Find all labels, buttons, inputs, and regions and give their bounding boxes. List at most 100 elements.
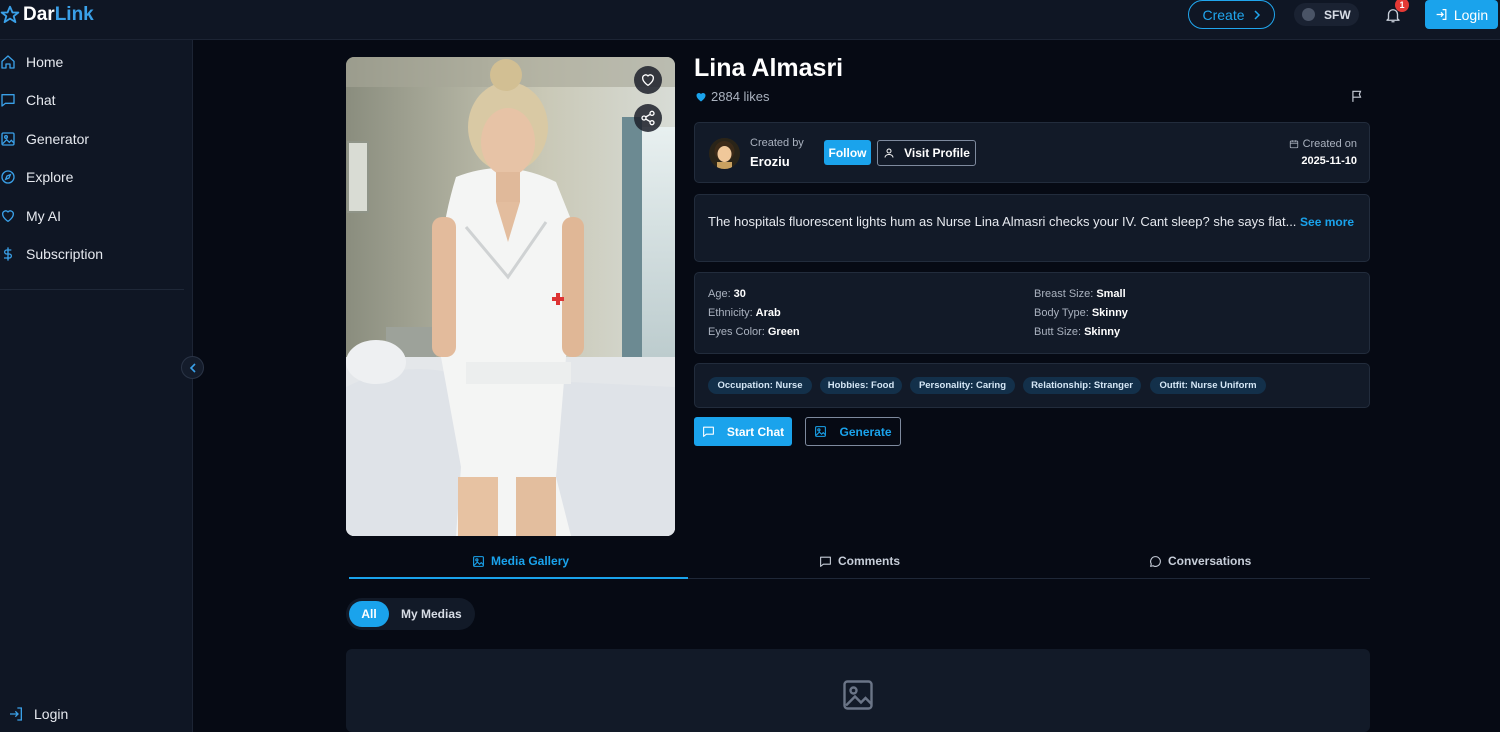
attr-age: Age: 30 bbox=[708, 288, 746, 300]
creator-name[interactable]: Eroziu bbox=[750, 154, 790, 169]
created-by-label: Created by bbox=[750, 137, 804, 149]
start-chat-label: Start Chat bbox=[726, 424, 785, 439]
generate-label: Generate bbox=[839, 424, 892, 439]
login-icon bbox=[10, 707, 22, 721]
tag: Hobbies: Food bbox=[820, 377, 902, 394]
tab-conversations[interactable]: Conversations bbox=[1149, 554, 1251, 568]
tab-label: Conversations bbox=[1168, 554, 1252, 568]
media-gallery-panel bbox=[346, 649, 1370, 732]
image-icon bbox=[1, 132, 15, 146]
image-icon bbox=[815, 426, 827, 437]
media-filter: All My Medias bbox=[346, 598, 475, 630]
sidebar-item-generator[interactable]: Generator bbox=[0, 127, 89, 151]
created-on-date: 2025-11-10 bbox=[1301, 155, 1357, 167]
tag: Relationship: Stranger bbox=[1023, 377, 1141, 394]
top-bar: Dar Link Create SFW 1 Login bbox=[0, 0, 1500, 40]
attr-eyes: Eyes Color: Green bbox=[708, 326, 800, 338]
likes-text: 2884 likes bbox=[711, 89, 770, 104]
sidebar-item-label: Explore bbox=[26, 169, 74, 185]
avatar[interactable] bbox=[709, 138, 740, 169]
sidebar-item-subscription[interactable]: Subscription bbox=[0, 242, 103, 266]
attr-label: Breast Size: bbox=[1034, 288, 1094, 300]
filter-my-medias-button[interactable]: My Medias bbox=[401, 607, 462, 621]
see-more-link[interactable]: See more bbox=[1300, 215, 1354, 229]
favorite-button[interactable] bbox=[634, 66, 662, 94]
sidebar-item-label: Generator bbox=[26, 131, 90, 147]
attr-ethnicity: Ethnicity: Arab bbox=[708, 307, 781, 319]
sidebar-item-label: Subscription bbox=[26, 246, 104, 262]
filter-all-button[interactable]: All bbox=[349, 601, 389, 627]
follow-button[interactable]: Follow bbox=[824, 140, 871, 165]
sidebar-divider bbox=[0, 289, 184, 290]
sidebar-item-label: Home bbox=[26, 54, 64, 70]
tag: Occupation: Nurse bbox=[708, 377, 812, 394]
active-tab-indicator bbox=[349, 577, 688, 579]
heart-filled-icon bbox=[696, 92, 706, 101]
sidebar: Home Chat Generator Explore My AI Subscr… bbox=[0, 40, 193, 732]
attr-value: Green bbox=[767, 326, 800, 338]
sidebar-login-label: Login bbox=[34, 706, 69, 722]
tab-comments[interactable]: Comments bbox=[819, 554, 900, 568]
sidebar-item-label: Chat bbox=[26, 92, 56, 108]
attr-value: Small bbox=[1096, 288, 1126, 300]
character-name: Lina Almasri bbox=[694, 54, 844, 82]
sidebar-item-explore[interactable]: Explore bbox=[0, 165, 73, 189]
description-text: The hospitals fluorescent lights hum as … bbox=[708, 214, 1297, 229]
attr-label: Butt Size: bbox=[1034, 326, 1082, 338]
comment-icon bbox=[820, 556, 831, 567]
tag: Outfit: Nurse Uniform bbox=[1150, 377, 1266, 394]
logo[interactable]: Dar Link bbox=[0, 4, 94, 26]
tab-media-gallery[interactable]: Media Gallery bbox=[472, 554, 569, 568]
star-logo-icon bbox=[0, 5, 20, 24]
attr-label: Ethnicity: bbox=[708, 307, 753, 319]
chat-icon bbox=[1, 94, 15, 107]
character-description: The hospitals fluorescent lights hum as … bbox=[708, 211, 1358, 233]
creator-card: Created by Eroziu Follow Visit Profile C… bbox=[694, 122, 1370, 183]
generate-button[interactable]: Generate bbox=[805, 417, 901, 446]
home-icon bbox=[1, 55, 15, 69]
toggle-knob bbox=[1302, 8, 1315, 21]
heart-icon bbox=[2, 210, 14, 222]
heart-icon bbox=[642, 74, 654, 86]
attr-value: Skinny bbox=[1084, 326, 1121, 338]
created-on-text: Created on bbox=[1302, 138, 1357, 150]
sidebar-item-my-ai[interactable]: My AI bbox=[0, 204, 61, 228]
create-label: Create bbox=[1202, 6, 1245, 23]
sidebar-item-home[interactable]: Home bbox=[0, 50, 63, 74]
likes-count: 2884 likes bbox=[695, 89, 770, 104]
attr-body: Body Type: Skinny bbox=[1034, 307, 1128, 319]
share-button[interactable] bbox=[634, 104, 662, 132]
login-button[interactable]: Login bbox=[1425, 0, 1498, 29]
login-icon bbox=[1436, 9, 1447, 20]
sfw-toggle[interactable]: SFW bbox=[1294, 3, 1359, 26]
attr-value: Skinny bbox=[1091, 307, 1128, 319]
report-flag-icon[interactable] bbox=[1350, 89, 1364, 103]
share-icon bbox=[641, 110, 655, 126]
chat-icon bbox=[702, 426, 714, 437]
sidebar-item-chat[interactable]: Chat bbox=[0, 88, 56, 112]
image-placeholder-icon bbox=[843, 680, 873, 710]
create-button[interactable]: Create bbox=[1188, 0, 1275, 29]
tab-label: Comments bbox=[838, 554, 901, 568]
character-portrait bbox=[346, 57, 675, 536]
dollar-icon bbox=[4, 247, 12, 261]
chevron-right-icon bbox=[1253, 9, 1260, 20]
sidebar-item-label: My AI bbox=[26, 208, 62, 224]
attr-label: Body Type: bbox=[1034, 307, 1089, 319]
sidebar-collapse-button[interactable] bbox=[181, 356, 204, 379]
sidebar-login[interactable]: Login bbox=[8, 706, 68, 722]
compass-icon bbox=[1, 170, 15, 184]
sfw-label: SFW bbox=[1324, 7, 1351, 22]
chevron-left-icon bbox=[189, 362, 196, 373]
description-card: The hospitals fluorescent lights hum as … bbox=[694, 194, 1370, 262]
attr-label: Eyes Color: bbox=[708, 326, 765, 338]
attr-label: Age: bbox=[708, 288, 731, 300]
tab-label: Media Gallery bbox=[491, 554, 570, 568]
attr-value: Arab bbox=[755, 307, 781, 319]
logo-text-link: Link bbox=[54, 4, 94, 25]
start-chat-button[interactable]: Start Chat bbox=[694, 417, 792, 446]
conversation-icon bbox=[1150, 555, 1161, 567]
visit-profile-button[interactable]: Visit Profile bbox=[877, 140, 976, 166]
logo-text-dar: Dar bbox=[23, 4, 55, 25]
attr-butt: Butt Size: Skinny bbox=[1034, 326, 1120, 338]
